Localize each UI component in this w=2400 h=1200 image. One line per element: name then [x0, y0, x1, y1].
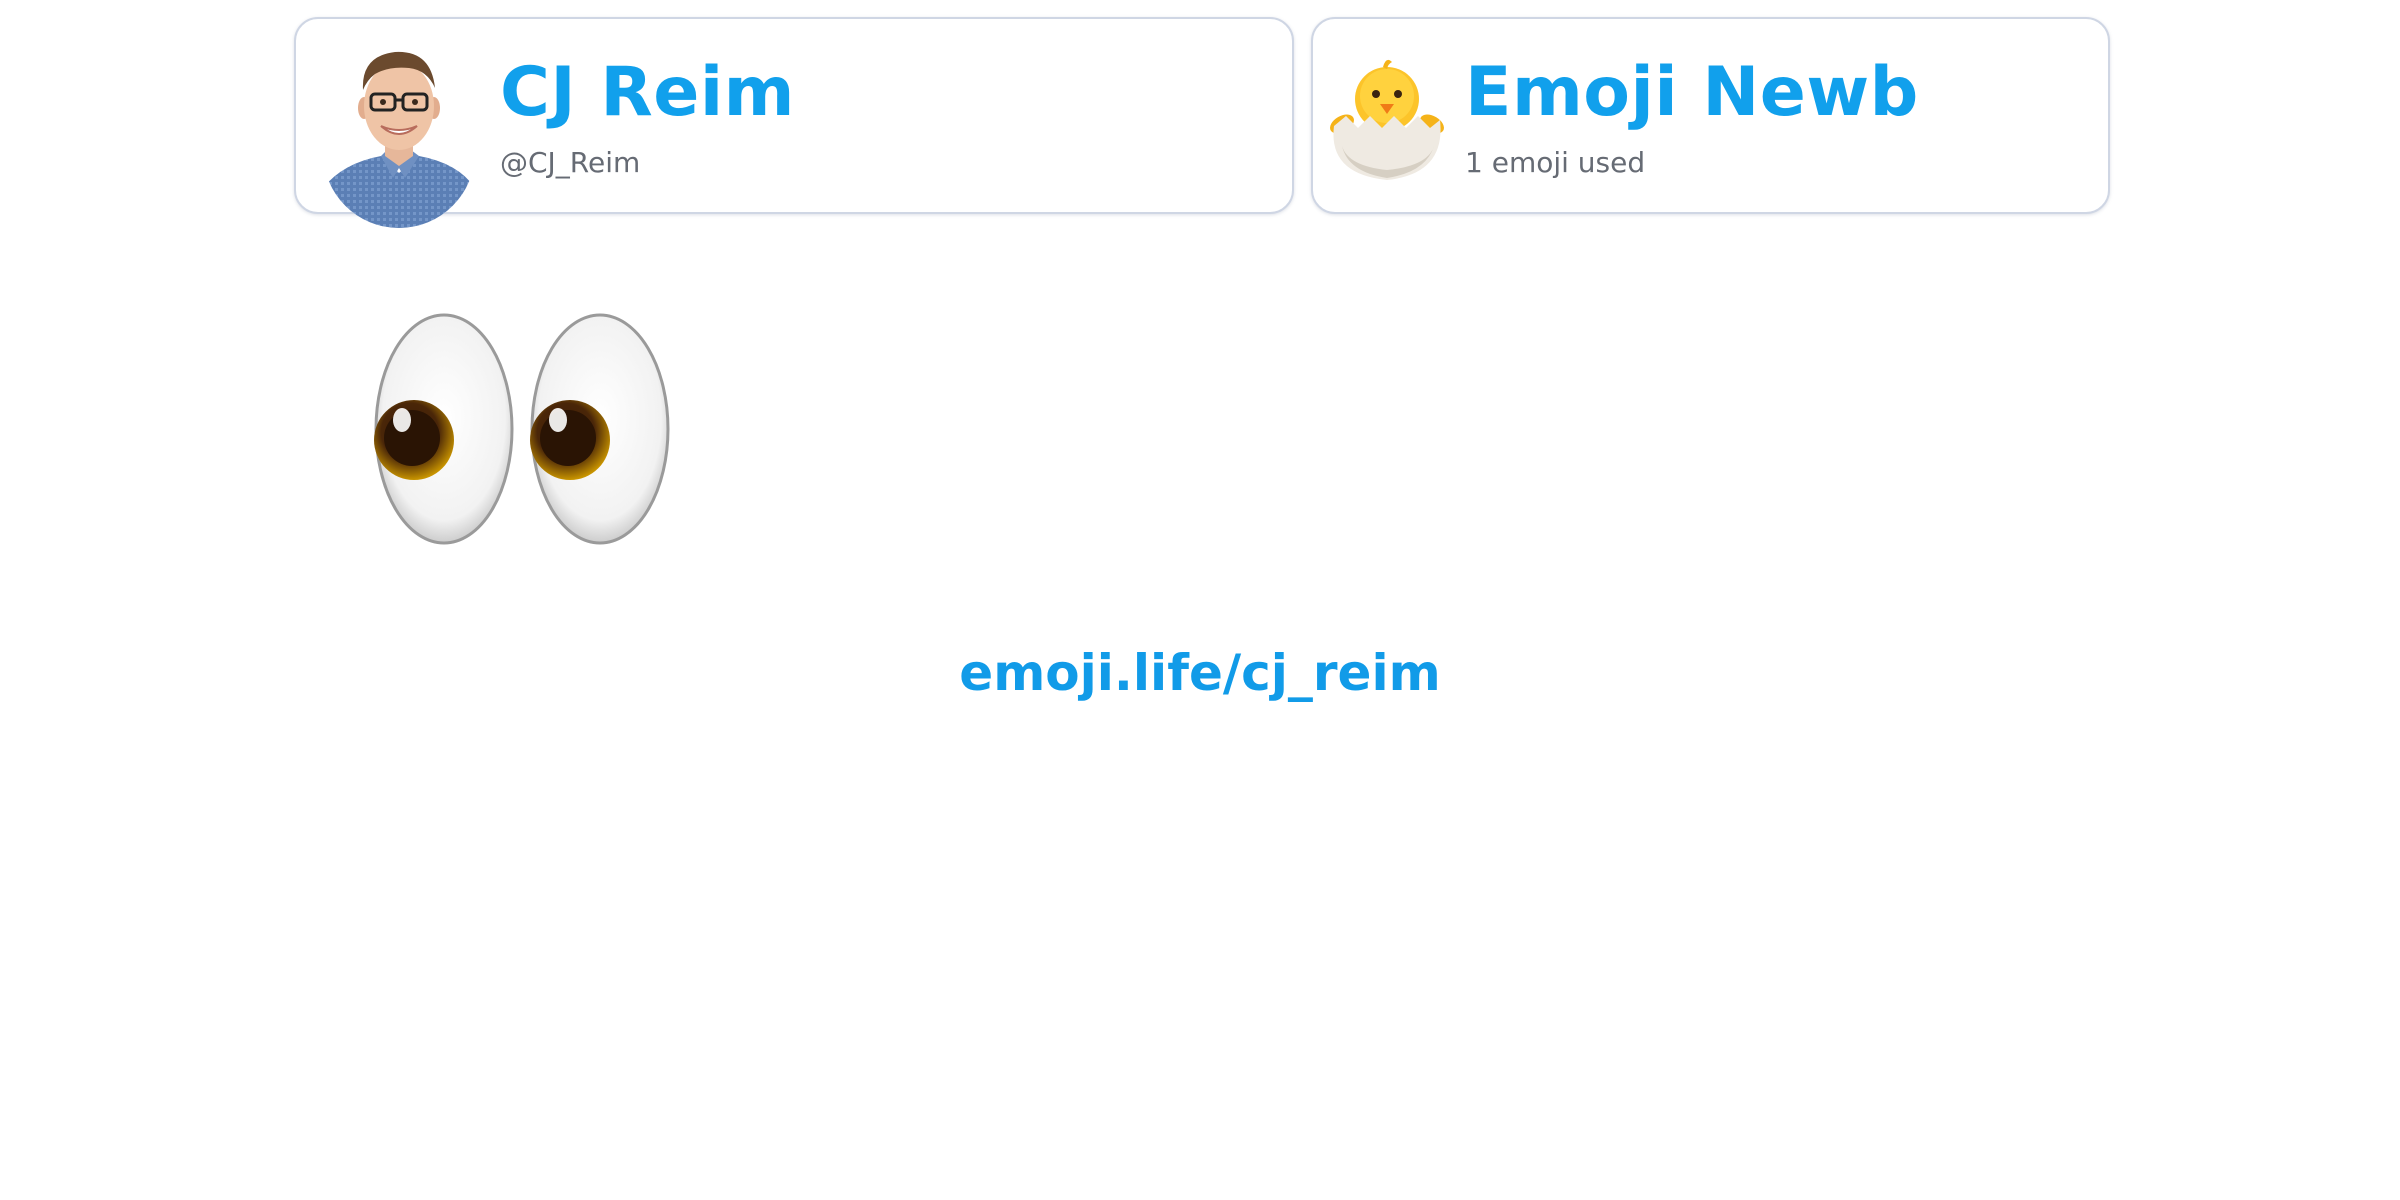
eyes-icon[interactable]: [372, 312, 672, 546]
profile-card[interactable]: CJ Reim @CJ_Reim: [294, 17, 1294, 228]
profile-handle: @CJ_Reim: [500, 146, 641, 179]
badge-card[interactable]: Emoji Newb 1 emoji used: [1311, 17, 2110, 214]
profile-photo: [323, 38, 475, 228]
emoji-count: 1 emoji used: [1465, 146, 1646, 179]
profile-link[interactable]: emoji.life/cj_reim: [0, 648, 2400, 698]
avatar[interactable]: [323, 38, 475, 228]
profile-name[interactable]: CJ Reim: [500, 59, 795, 127]
badge-title: Emoji Newb: [1465, 53, 1919, 132]
hatching-chick-icon: [1328, 54, 1446, 184]
page: CJ Reim @CJ_Reim Emoji Newb 1 emoji used…: [0, 0, 2400, 1200]
